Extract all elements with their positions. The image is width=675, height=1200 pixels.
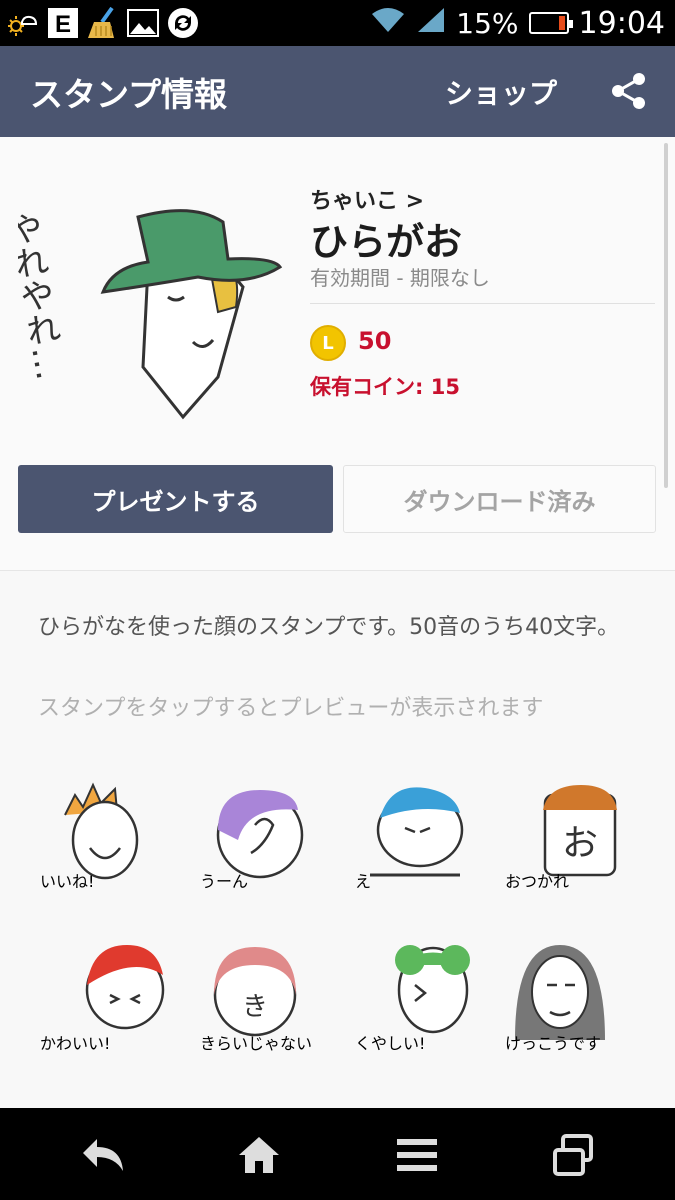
battery-percent: 15% bbox=[456, 6, 519, 40]
shop-link[interactable]: ショップ bbox=[445, 72, 557, 112]
sticker-label: けっこうです bbox=[505, 1034, 602, 1053]
battery-level bbox=[559, 16, 565, 30]
recent-apps-icon bbox=[553, 1134, 593, 1176]
stamp-description: ひらがなを使った顔のスタンプです。50音のうち40文字。 bbox=[38, 615, 620, 640]
wifi-icon bbox=[370, 6, 406, 41]
main-stamp-image[interactable]: やれやれ… bbox=[0, 177, 288, 457]
section-divider bbox=[0, 570, 675, 571]
downloaded-button: ダウンロード済み bbox=[343, 465, 656, 533]
e-app-icon: E bbox=[46, 6, 80, 40]
weather-icon bbox=[6, 6, 40, 40]
navigation-bar bbox=[0, 1108, 675, 1200]
app-header: スタンプ情報 ショップ bbox=[0, 46, 675, 137]
menu-button[interactable] bbox=[392, 1130, 442, 1180]
validity-period: 有効期間 - 期限なし bbox=[310, 266, 490, 290]
sticker-label: うーん bbox=[200, 872, 249, 891]
back-button[interactable] bbox=[78, 1130, 128, 1180]
info-divider bbox=[310, 303, 655, 304]
clock: 19:04 bbox=[578, 5, 665, 41]
sticker-label: きらいじゃない bbox=[200, 1034, 313, 1053]
battery-icon bbox=[528, 12, 573, 34]
main-stamp-text: やれやれ… bbox=[18, 209, 68, 383]
sticker-label: かわいい! bbox=[40, 1034, 111, 1053]
tap-hint: スタンプをタップするとプレビューが表示されます bbox=[38, 696, 544, 721]
home-icon bbox=[239, 1137, 279, 1173]
stamp-info-section: やれやれ… ちゃいこ > ひらがお 有効期間 - 期限なし L 50 保有コイン… bbox=[0, 137, 675, 570]
system-status: 15% 19:04 bbox=[370, 0, 665, 46]
present-button[interactable]: プレゼントする bbox=[18, 465, 333, 533]
back-icon bbox=[83, 1139, 123, 1171]
price: 50 bbox=[358, 327, 392, 355]
share-button[interactable] bbox=[608, 70, 650, 112]
gallery-icon bbox=[126, 6, 160, 40]
svg-text:E: E bbox=[55, 11, 71, 38]
svg-text:き: き bbox=[242, 992, 268, 1022]
share-icon bbox=[612, 73, 645, 109]
signal-icon bbox=[416, 6, 446, 41]
sticker-label: いいね! bbox=[40, 872, 95, 891]
sync-icon bbox=[166, 6, 200, 40]
notification-icons: E bbox=[6, 6, 200, 40]
svg-text:お: お bbox=[562, 823, 598, 864]
owned-coins: 保有コイン: 15 bbox=[310, 375, 460, 399]
recent-apps-button[interactable] bbox=[548, 1130, 598, 1180]
menu-icon bbox=[397, 1139, 437, 1171]
scrollbar[interactable] bbox=[664, 143, 668, 488]
line-coin-icon: L bbox=[310, 325, 346, 361]
status-bar: E 15% 19:04 bbox=[0, 0, 675, 46]
sticker-label: くやしい! bbox=[355, 1034, 426, 1053]
stamp-name: ひらがお bbox=[310, 220, 463, 264]
home-button[interactable] bbox=[234, 1130, 284, 1180]
cleaner-icon bbox=[86, 6, 120, 40]
sticker-label: おつかれ bbox=[505, 872, 570, 891]
sticker-label: え bbox=[355, 872, 372, 891]
page-title: スタンプ情報 bbox=[30, 75, 228, 114]
